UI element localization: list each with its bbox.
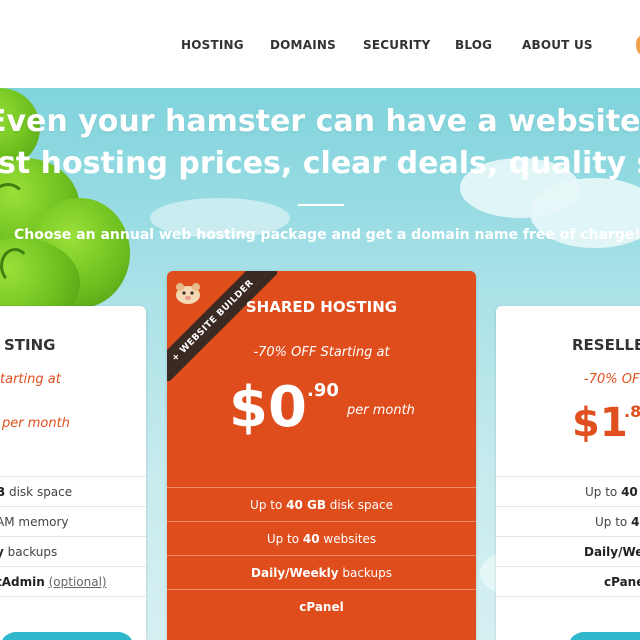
nav-security[interactable]: SECURITY [363,38,431,52]
plan-period: per month [2,416,70,431]
nav-hosting[interactable]: HOSTING [181,38,244,52]
plan-title: SHARED HOSTING [245,298,398,316]
plan-feature: Up to 40 [496,476,640,506]
plan-feature: Up to 40 websites [167,521,476,555]
plan-feature: tAdmin (optional) [0,566,146,596]
hero-section: Even your hamster can have a website now… [0,88,640,640]
plan-period: per month [347,403,415,418]
plan-offer: -70% OFF [584,372,640,387]
plan-feature: AM memory [0,506,146,536]
plan-feature: Daily/Weekly backups [167,555,476,589]
plan-offer: -70% OFF Starting at [253,345,390,360]
plan-feature: y backups [0,536,146,566]
plan-title: STING [4,336,56,354]
nav-blog[interactable]: BLOG [455,38,492,52]
plan-price-cents: .8 [624,402,640,421]
optional-link[interactable]: (optional) [49,575,107,589]
plan-order-button[interactable] [0,632,134,640]
plan-price: $0 [229,375,307,440]
plan-feature: cPane [496,566,640,596]
plan-feature: Daily/We [496,536,640,566]
plan-feature: Up to 40 GB disk space [167,487,476,521]
plan-title: RESELLE [572,336,640,354]
header-edge-icon [636,36,640,54]
hero-headline-2: st hosting prices, clear deals, quality … [0,146,640,181]
main-nav: HOSTING DOMAINS SECURITY BLOG ABOUT US [0,38,640,54]
plan-card-left: STING tarting at per month B disk space … [0,306,146,640]
nav-about-us[interactable]: ABOUT US [522,38,593,52]
plan-feature: Up to 40 [496,506,640,536]
plan-price: $1 [572,400,628,446]
plan-offer: tarting at [0,372,61,387]
plan-order-button[interactable] [568,632,640,640]
site-header: HOSTING DOMAINS SECURITY BLOG ABOUT US [0,0,640,88]
plan-price-cents: .90 [307,380,339,401]
plan-card-right: RESELLE -70% OFF $1 .8 Up to 40 Up to 40… [496,306,640,640]
plan-feature: B disk space [0,476,146,506]
plan-card-shared-hosting: + WEBSITE BUILDER SHARED HOSTING -70% OF… [167,271,476,640]
hero-divider [298,204,344,206]
nav-domains[interactable]: DOMAINS [270,38,336,52]
hero-subheadline: Choose an annual web hosting package and… [14,227,640,243]
website-builder-ribbon: + WEBSITE BUILDER [167,271,277,381]
plan-feature: cPanel [167,589,476,623]
hero-headline: Even your hamster can have a website now [0,104,640,139]
